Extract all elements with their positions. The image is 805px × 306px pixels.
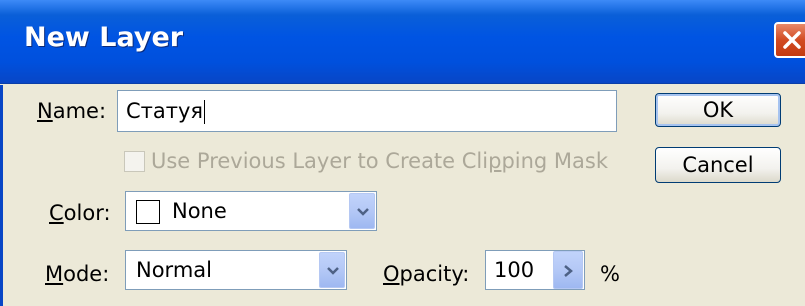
name-input[interactable]: Статуя (117, 90, 617, 132)
ok-button[interactable]: OK (655, 93, 781, 127)
close-button[interactable] (774, 22, 805, 58)
window-title: New Layer (24, 22, 184, 53)
dialog-body: Name: Статуя OK Cancel Use Previous Laye… (0, 85, 805, 306)
chevron-down-icon (327, 267, 339, 275)
color-dropdown-button[interactable] (349, 193, 375, 229)
chevron-down-icon (357, 208, 369, 216)
color-value: None (172, 199, 227, 223)
color-label: Color: (49, 201, 111, 225)
mode-label: Mode: (45, 262, 110, 286)
name-value: Статуя (126, 99, 204, 123)
mode-dropdown-button[interactable] (319, 252, 345, 288)
title-bar: New Layer (0, 0, 805, 84)
clipping-mask-checkbox[interactable] (124, 151, 145, 172)
text-caret (204, 100, 206, 124)
clipping-mask-label: Use Previous Layer to Create Clipping Ma… (151, 149, 609, 173)
opacity-unit: % (600, 262, 620, 286)
opacity-label: Opacity: (383, 262, 470, 286)
cancel-button[interactable]: Cancel (655, 147, 781, 183)
mode-select[interactable]: Normal (125, 250, 347, 290)
mode-value: Normal (136, 258, 212, 282)
name-label: Name: (37, 99, 107, 123)
chevron-right-icon (564, 265, 573, 277)
close-icon (783, 31, 801, 49)
opacity-slider-button[interactable] (553, 251, 583, 289)
opacity-value: 100 (494, 258, 535, 282)
color-swatch (136, 200, 160, 224)
color-select[interactable]: None (125, 191, 377, 231)
